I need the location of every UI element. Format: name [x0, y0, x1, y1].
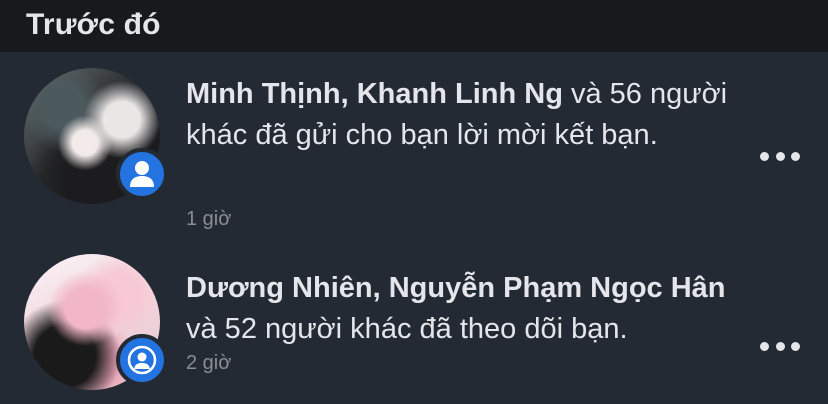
avatar-wrap[interactable] — [24, 68, 168, 204]
notification-time: 2 giờ — [186, 352, 232, 374]
more-options-button[interactable] — [754, 138, 806, 174]
person-circle-icon — [127, 345, 157, 375]
notification-text: Dương Nhiên, Nguyễn Phạm Ngọc Hân và 52 … — [186, 268, 746, 350]
notification-time: 1 giờ — [186, 208, 232, 230]
more-dot — [775, 151, 785, 161]
avatar-wrap[interactable] — [24, 254, 168, 390]
more-dot — [760, 341, 769, 351]
more-options-button[interactable] — [754, 328, 806, 364]
notification-list: Minh Thịnh, Khanh Linh Ng và 56 người kh… — [0, 52, 828, 404]
more-dot — [775, 341, 785, 351]
follow-badge — [116, 334, 168, 386]
section-header: Trước đó — [0, 0, 828, 52]
notification-item[interactable]: Dương Nhiên, Nguyễn Phạm Ngọc Hân và 52 … — [0, 248, 828, 404]
actor-name: Nguyễn Phạm Ngọc Hân — [388, 272, 726, 304]
person-icon — [130, 161, 154, 187]
notification-message: và 52 người khác đã theo dõi bạn. — [186, 313, 628, 345]
section-title: Trước đó — [26, 8, 161, 41]
actor-name: Khanh Linh Ng — [356, 78, 563, 110]
notification-item[interactable]: Minh Thịnh, Khanh Linh Ng và 56 người kh… — [0, 62, 828, 242]
friend-request-badge — [116, 148, 168, 200]
actor-name: Dương Nhiên, — [186, 272, 381, 304]
more-dot — [760, 151, 769, 161]
more-dot — [791, 151, 800, 161]
actor-name: Minh Thịnh, — [186, 78, 349, 110]
notification-text: Minh Thịnh, Khanh Linh Ng và 56 người kh… — [186, 74, 746, 156]
more-dot — [791, 341, 800, 351]
